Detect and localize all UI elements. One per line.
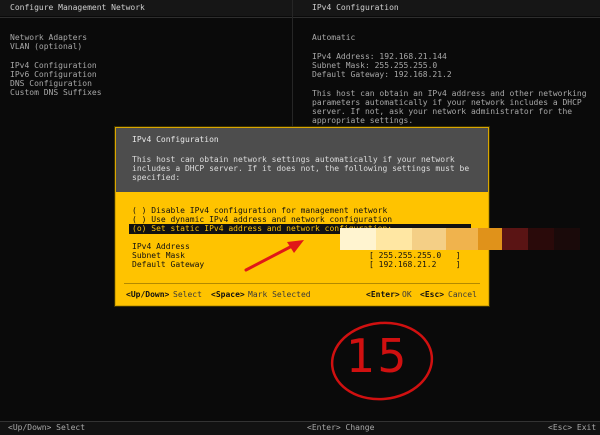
menu-item-vlan[interactable]: VLAN (optional) xyxy=(10,42,82,52)
hint-space-key: <Space> xyxy=(211,290,245,299)
ok-button[interactable]: <Enter> xyxy=(366,290,400,300)
mosaic-block xyxy=(478,228,502,250)
cancel-button[interactable]: <Esc> xyxy=(420,290,444,300)
mosaic-block xyxy=(528,228,554,250)
hint-updown-text: Select xyxy=(173,290,202,299)
mosaic-block xyxy=(446,228,478,250)
dialog-title: IPv4 Configuration xyxy=(132,135,219,144)
left-panel-title: Configure Management Network xyxy=(10,3,145,12)
right-panel-title: IPv4 Configuration xyxy=(312,3,399,12)
annotation-arrow-icon xyxy=(244,240,304,272)
footer-select-hint: <Up/Down> Select xyxy=(8,423,86,432)
default-gateway-label: Default Gateway xyxy=(132,260,205,269)
mosaic-block xyxy=(412,228,446,250)
default-gateway-readout: Default Gateway: 192.168.21.2 xyxy=(312,70,452,79)
dialog-divider xyxy=(124,283,480,284)
mosaic-block xyxy=(340,228,376,250)
dialog-description-line: includes a DHCP server. If it does not, … xyxy=(132,164,470,173)
hint-updown-key: <Up/Down> xyxy=(126,290,170,299)
default-gateway-field[interactable]: [ 192.168.21.2 ] xyxy=(369,260,461,270)
ipv4-configuration-dialog: IPv4 Configuration This host can obtain … xyxy=(115,127,489,306)
column-divider xyxy=(292,0,293,130)
mosaic-block xyxy=(554,228,580,250)
dialog-description-line: specified: xyxy=(132,173,181,182)
ok-button-label[interactable]: OK xyxy=(402,290,412,300)
footer-exit-hint: <Esc> Exit xyxy=(548,423,597,432)
header-divider xyxy=(0,17,600,18)
bottom-status-bar xyxy=(0,421,600,435)
mosaic-block xyxy=(502,228,528,250)
cancel-button-label[interactable]: Cancel xyxy=(448,290,477,300)
help-text-line: appropriate settings. xyxy=(312,116,414,125)
annotation-number: 15 xyxy=(346,329,409,383)
ipv4-mode: Automatic xyxy=(312,33,356,42)
mosaic-block xyxy=(376,228,412,250)
hint-space-text: Mark Selected xyxy=(248,290,311,299)
menu-item-custom-dns-suffixes[interactable]: Custom DNS Suffixes xyxy=(10,88,102,98)
footer-change-hint: <Enter> Change xyxy=(307,423,375,432)
